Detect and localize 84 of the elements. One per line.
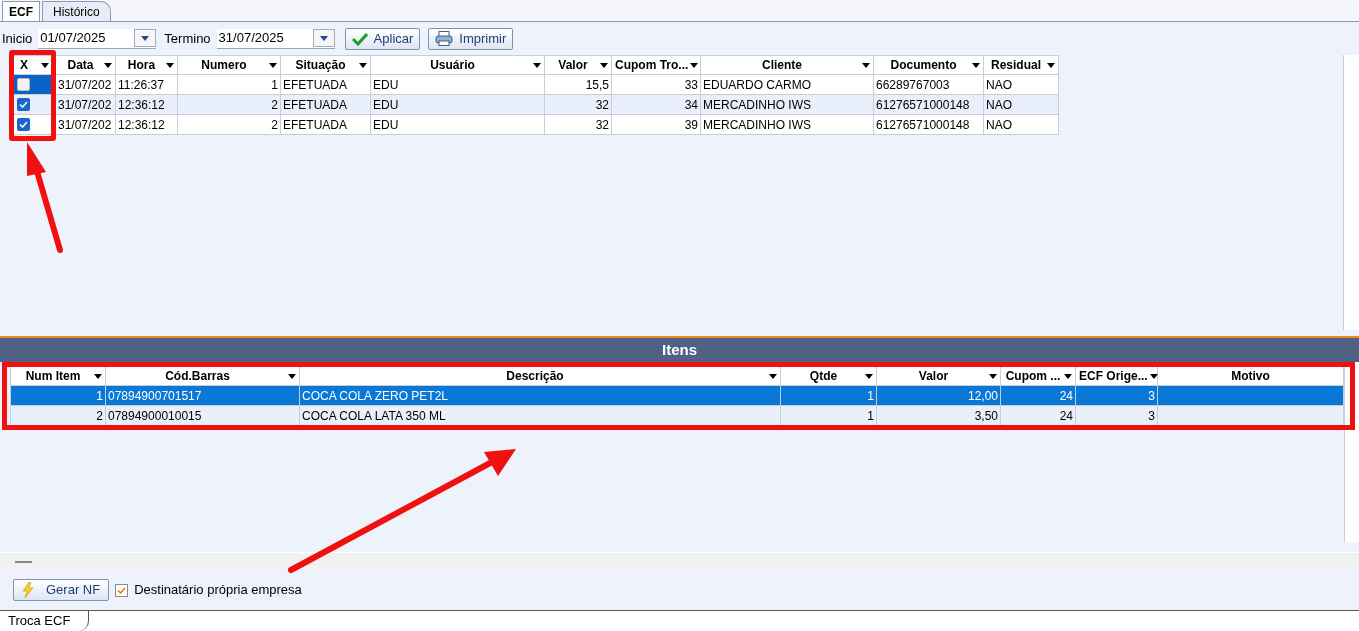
dropdown-icon[interactable] bbox=[1047, 62, 1055, 68]
table-cell: EDU bbox=[370, 74, 545, 95]
panel-title-bar: Itens bbox=[0, 338, 1359, 362]
table-cell: 32 bbox=[544, 94, 612, 115]
table-cell: 11:26:37 bbox=[115, 74, 178, 95]
table-row[interactable]: 2 07894900010015 COCA COLA LATA 350 ML 1 3,50 24 3 bbox=[10, 405, 1344, 426]
table-cell: EFETUADA bbox=[280, 94, 371, 115]
start-date-field[interactable]: 01/07/2025 bbox=[38, 28, 157, 49]
table-cell: EDU bbox=[370, 114, 545, 135]
dropdown-icon[interactable] bbox=[862, 62, 870, 68]
table-cell: 1 bbox=[780, 385, 877, 406]
table-row[interactable]: 1 07894900701517 COCA COLA ZERO PET2L 1 12,00 24 3 bbox=[10, 385, 1344, 406]
dropdown-icon[interactable] bbox=[972, 62, 980, 68]
print-button[interactable]: Imprimir bbox=[428, 27, 514, 50]
table-cell: 2 bbox=[177, 94, 281, 115]
table-cell: 15,5 bbox=[544, 74, 612, 95]
lightning-icon bbox=[22, 582, 34, 598]
table-cell: COCA COLA LATA 350 ML bbox=[299, 405, 781, 426]
dropdown-icon[interactable] bbox=[1064, 373, 1072, 379]
dropdown-icon[interactable] bbox=[533, 62, 541, 68]
table-cell: 32 bbox=[544, 114, 612, 135]
start-date-label: Inicio bbox=[2, 29, 33, 48]
tab[interactable]: ECF bbox=[2, 1, 40, 21]
table-cell: 1 bbox=[10, 385, 106, 406]
table-cell: 1 bbox=[177, 74, 281, 95]
dropdown-button[interactable] bbox=[134, 29, 157, 47]
table-cell: NAO bbox=[983, 94, 1059, 115]
end-date-field[interactable]: 31/07/2025 bbox=[216, 28, 335, 49]
printer-icon bbox=[435, 31, 454, 46]
dropdown-icon[interactable] bbox=[41, 62, 49, 68]
table-cell: 61276571000148 bbox=[873, 114, 984, 135]
splitter-handle[interactable] bbox=[15, 560, 32, 563]
dropdown-icon[interactable] bbox=[769, 373, 777, 379]
table-cell: 31/07/202 bbox=[55, 94, 116, 115]
dropdown-icon[interactable] bbox=[166, 62, 174, 68]
table-cell: 31/07/202 bbox=[55, 74, 116, 95]
dropdown-icon[interactable] bbox=[690, 62, 699, 68]
table-cell: 12:36:12 bbox=[115, 94, 178, 115]
table-cell: 66289767003 bbox=[873, 74, 984, 95]
dropdown-icon[interactable] bbox=[288, 373, 296, 379]
table-cell: 61276571000148 bbox=[873, 94, 984, 115]
table-cell: EDU bbox=[370, 94, 545, 115]
generate-button[interactable]: Gerar NF bbox=[13, 579, 110, 601]
table-cell: 39 bbox=[611, 114, 701, 135]
table-cell: 2 bbox=[177, 114, 281, 135]
apply-button[interactable]: Aplicar bbox=[344, 27, 421, 50]
dropdown-icon[interactable] bbox=[94, 373, 102, 379]
table-cell: 07894900010015 bbox=[105, 405, 300, 426]
caret-icon bbox=[319, 35, 328, 41]
table-cell: 3 bbox=[1075, 385, 1158, 406]
dropdown-icon[interactable] bbox=[865, 373, 873, 379]
scrollbar[interactable] bbox=[1343, 55, 1359, 330]
checkbox[interactable] bbox=[17, 118, 30, 131]
table-cell: EFETUADA bbox=[280, 74, 371, 95]
table-cell: MERCADINHO IWS bbox=[700, 114, 874, 135]
end-date-label: Termino bbox=[164, 29, 211, 48]
table-cell: 2 bbox=[10, 405, 106, 426]
dropdown-button[interactable] bbox=[312, 29, 335, 47]
table-cell: 24 bbox=[1000, 385, 1076, 406]
dropdown-icon[interactable] bbox=[104, 62, 112, 68]
checkbox-label: Destinatário própria empresa bbox=[134, 581, 302, 600]
table-cell: NAO bbox=[983, 114, 1059, 135]
table-cell: 07894900701517 bbox=[105, 385, 300, 406]
table-cell: 33 bbox=[611, 74, 701, 95]
checkbox[interactable] bbox=[17, 78, 30, 91]
table-cell: 12,00 bbox=[876, 385, 1001, 406]
dropdown-icon[interactable] bbox=[269, 62, 277, 68]
table-cell: NAO bbox=[983, 74, 1059, 95]
dropdown-icon[interactable] bbox=[1149, 373, 1158, 379]
dropdown-icon[interactable] bbox=[600, 62, 608, 68]
table-cell: 12:36:12 bbox=[115, 114, 178, 135]
table-cell: EDUARDO CARMO bbox=[700, 74, 874, 95]
dropdown-icon[interactable] bbox=[359, 62, 367, 68]
checkbox[interactable] bbox=[115, 583, 129, 597]
tab[interactable]: Histórico bbox=[42, 1, 111, 21]
checkbox[interactable] bbox=[17, 98, 30, 111]
dropdown-icon[interactable] bbox=[989, 373, 997, 379]
table-cell: MERCADINHO IWS bbox=[700, 94, 874, 115]
table-cell: 31/07/202 bbox=[55, 114, 116, 135]
table-cell: COCA COLA ZERO PET2L bbox=[299, 385, 781, 406]
table-cell: 34 bbox=[611, 94, 701, 115]
caret-icon bbox=[141, 35, 150, 41]
table-cell: EFETUADA bbox=[280, 114, 371, 135]
checkmark-icon bbox=[351, 31, 368, 46]
